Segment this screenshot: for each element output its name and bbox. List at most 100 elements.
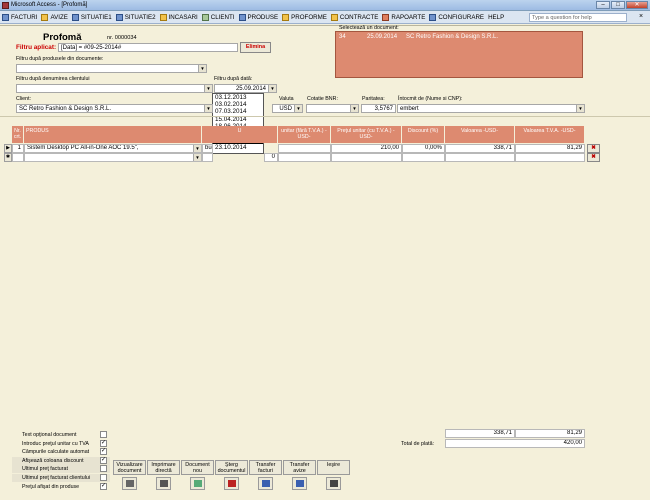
transfer-invoices-button[interactable]: Transfer facturi <box>249 460 282 475</box>
currency-combo[interactable]: USD ▼ <box>272 104 303 113</box>
delete-new-row-icon[interactable]: ✖ <box>587 153 600 162</box>
menu-item-label: AVIZE <box>50 13 68 21</box>
filter-client-combo[interactable]: ▼ <box>16 84 213 93</box>
option-label: Text opţional document <box>22 432 77 438</box>
row-price-no-vat[interactable] <box>278 144 331 153</box>
chevron-down-icon[interactable]: ▼ <box>193 154 201 161</box>
new-row-discount[interactable] <box>402 153 445 162</box>
window-controls: – □ ✕ <box>596 1 648 9</box>
row-product[interactable]: Sistem Desktop PC All-in-One AOC 19.5", ▼ <box>24 144 202 153</box>
delete-button[interactable]: Şterg documentul <box>215 460 248 475</box>
chevron-down-icon[interactable]: ▼ <box>204 85 212 92</box>
close-form-icon[interactable]: × <box>635 13 647 22</box>
elimina-button[interactable]: Elimina <box>240 42 271 53</box>
date-dropdown-list[interactable]: 03.12.2013 03.02.2014 07.03.2014 15.04.2014… <box>212 93 264 154</box>
new-row-product[interactable]: ▼ <box>24 153 202 162</box>
menu-item-help[interactable]: HELP <box>487 12 507 23</box>
new-row-nr[interactable] <box>12 153 24 162</box>
printer-button[interactable]: Imprimare directă <box>147 460 180 475</box>
parity-field[interactable]: 3,5767 <box>361 104 396 113</box>
date-option[interactable]: 23.10.2014 <box>213 144 263 151</box>
close-button[interactable]: ✕ <box>626 1 648 9</box>
transfer-notices-icon[interactable] <box>292 477 307 490</box>
divider <box>0 116 650 117</box>
menu-item-situatie1[interactable]: SITUATIE1 <box>71 12 115 23</box>
column-header[interactable]: Valoarea T.V.A. -USD- <box>515 126 585 143</box>
new-document-button[interactable]: Document nou <box>181 460 214 475</box>
column-header[interactable]: Nr. crt. <box>12 126 24 143</box>
new-row-unit[interactable] <box>202 153 213 162</box>
filter-client-label: Filtru după denumirea clientului <box>16 76 90 82</box>
row-selector-new-icon[interactable]: ✱ <box>4 153 12 162</box>
option-checkbox[interactable]: ✓ <box>100 456 107 464</box>
chevron-down-icon[interactable]: ▼ <box>576 105 584 112</box>
menu-item-situatie2[interactable]: SITUATIE2 <box>115 12 159 23</box>
row-selector-current-icon[interactable]: ▶ <box>4 144 12 153</box>
row-price-with-vat[interactable]: 210,00 <box>331 144 402 153</box>
column-header[interactable]: unitar (fără T.V.A.) -USD- <box>278 126 331 143</box>
row-discount[interactable]: 0,00% <box>402 144 445 153</box>
option-checkbox[interactable]: ✓ <box>100 439 107 447</box>
chevron-down-icon[interactable]: ▼ <box>198 65 206 72</box>
new-row-price-no-vat[interactable] <box>278 153 331 162</box>
filter-date-combo[interactable]: 25.09.2014 ▼ <box>214 84 277 93</box>
delete-icon[interactable] <box>224 477 239 490</box>
total-to-pay: 420,00 <box>445 439 585 448</box>
transfer-invoices-icon[interactable] <box>258 477 273 490</box>
chevron-down-icon[interactable]: ▼ <box>294 105 302 112</box>
new-row-value <box>445 153 515 162</box>
column-header[interactable]: Valoarea -USD- <box>445 126 515 143</box>
exit-button[interactable]: Ieşire <box>317 460 350 475</box>
menu-item-rapoarte[interactable]: RAPOARTE <box>381 12 428 23</box>
menu-item-facturi[interactable]: FACTURI <box>1 12 40 23</box>
column-header[interactable]: PRODUS <box>24 126 202 143</box>
date-option[interactable]: 03.12.2013 <box>213 94 263 101</box>
option-checkbox[interactable] <box>100 474 107 481</box>
new-document-icon[interactable] <box>190 477 205 490</box>
filter-products-combo[interactable]: ▼ <box>16 64 207 73</box>
chevron-down-icon[interactable]: ▼ <box>204 105 212 112</box>
new-row-price-with-vat[interactable] <box>331 153 402 162</box>
menu-item-proforme[interactable]: PROFORME <box>281 12 330 23</box>
column-header[interactable]: Discount (%) <box>402 126 445 143</box>
column-header[interactable]: Preţul unitar (cu T.V.A.) -USD- <box>331 126 402 143</box>
date-option[interactable]: 07.03.2014 <box>213 108 263 115</box>
delete-row-icon[interactable]: ✖ <box>587 144 600 153</box>
selected-document-panel[interactable]: 34 25.09.2014 SC Retro Fashion & Design … <box>335 31 583 78</box>
maximize-button[interactable]: □ <box>611 1 625 9</box>
date-option[interactable]: 03.02.2014 <box>213 101 263 108</box>
menu-produse-icon <box>238 13 246 21</box>
preview-button[interactable]: Vizualizare document <box>113 460 146 475</box>
option-checkbox[interactable]: ✓ <box>100 482 107 490</box>
menu-item-clienti[interactable]: CLIENTI <box>201 12 238 23</box>
option-checkbox[interactable] <box>100 431 107 438</box>
row-unit[interactable]: buc <box>202 144 213 153</box>
filter-date-label: Filtru după dată: <box>214 76 253 82</box>
prepared-by-combo[interactable]: embert ▼ <box>397 104 585 113</box>
menu-configurare-icon <box>429 13 437 21</box>
filter-applied-field[interactable]: [Data] = #09-25-2014# <box>58 43 238 52</box>
new-row-qty[interactable]: 0 <box>264 153 278 162</box>
transfer-notices-button[interactable]: Transfer avize <box>283 460 316 475</box>
option-row: Afişează coloana discount ✓ <box>12 456 110 465</box>
client-combo[interactable]: SC Retro Fashion & Design S.R.L. ▼ <box>16 104 213 113</box>
option-checkbox[interactable]: ✓ <box>100 448 107 456</box>
option-checkbox[interactable] <box>100 465 107 473</box>
menu-item-produse[interactable]: PRODUSE <box>238 12 282 23</box>
menu-item-configurare[interactable]: CONFIGURARE <box>428 12 487 23</box>
menu-item-avize[interactable]: AVIZE <box>40 12 70 23</box>
bnr-combo[interactable]: ▼ <box>306 104 359 113</box>
menu-item-incasari[interactable]: INCASARI <box>159 12 201 23</box>
column-header[interactable]: U <box>202 126 278 143</box>
chevron-down-icon[interactable]: ▼ <box>193 145 201 152</box>
exit-icon[interactable] <box>326 477 341 490</box>
chevron-down-icon[interactable]: ▼ <box>268 85 276 92</box>
menu-item-label: INCASARI <box>168 13 198 21</box>
chevron-down-icon[interactable]: ▼ <box>350 105 358 112</box>
menu-item-label: PROFORME <box>291 13 327 21</box>
preview-icon[interactable] <box>122 477 137 490</box>
menu-item-contracte[interactable]: CONTRACTE <box>330 12 382 23</box>
minimize-button[interactable]: – <box>596 1 610 9</box>
printer-icon[interactable] <box>156 477 171 490</box>
help-search-input[interactable]: Type a question for help <box>529 13 627 22</box>
